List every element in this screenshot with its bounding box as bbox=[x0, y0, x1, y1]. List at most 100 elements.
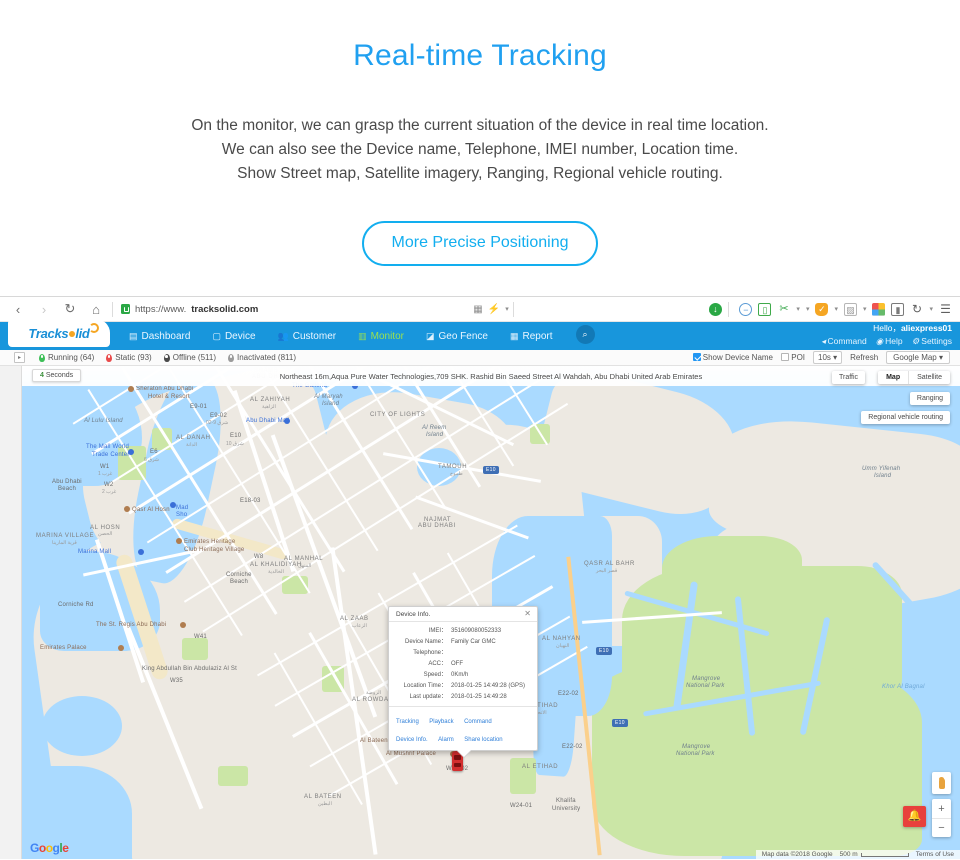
grid-small-icon[interactable]: ▦ bbox=[473, 304, 482, 315]
zoom-out-button[interactable]: − bbox=[932, 818, 951, 837]
action-share-location[interactable]: Share location bbox=[464, 735, 502, 745]
close-icon[interactable]: ✕ bbox=[524, 610, 531, 618]
status-running-label: Running (64) bbox=[48, 353, 95, 362]
help-icon: ◉ bbox=[875, 336, 884, 346]
highway-badge-e10-2: E10 bbox=[596, 647, 612, 655]
left-sidebar-strip bbox=[0, 366, 22, 859]
map-label-32: Island bbox=[874, 473, 892, 479]
chevron-down-icon-2[interactable]: ▾ bbox=[796, 305, 800, 313]
apps-grid-icon[interactable] bbox=[872, 302, 886, 316]
forward-icon[interactable]: › bbox=[36, 302, 52, 317]
map-label-42: E18-03 bbox=[240, 498, 261, 504]
status-offline[interactable]: Offline (511) bbox=[163, 353, 216, 362]
nav-item-geo-fence[interactable]: ◪ Geo Fence bbox=[415, 322, 499, 350]
poi-dot-sheraton[interactable] bbox=[128, 386, 134, 392]
action-playback[interactable]: Playback bbox=[429, 717, 453, 727]
hero-cta-wrap: More Precise Positioning bbox=[0, 221, 960, 266]
action-device-info[interactable]: Device Info. bbox=[396, 735, 428, 745]
nav-item-device[interactable]: ▢ Device bbox=[201, 322, 266, 350]
map-label-58: W41 bbox=[194, 634, 207, 640]
device-info-popup[interactable]: Device Info. ✕ IMEI： 351609080052333 Dev… bbox=[388, 606, 538, 751]
ranging-button[interactable]: Ranging bbox=[909, 392, 950, 405]
chevron-down-icon[interactable]: ▾ bbox=[505, 305, 509, 313]
status-running[interactable]: Running (64) bbox=[39, 353, 94, 362]
chevron-down-icon-6[interactable]: ▾ bbox=[929, 305, 933, 313]
image-icon[interactable]: ▨ bbox=[843, 302, 857, 316]
status-offline-label: Offline (511) bbox=[172, 353, 216, 362]
adblock-icon[interactable]: − bbox=[739, 302, 753, 316]
device-info-title: Device Info. bbox=[396, 610, 431, 618]
poi-dot-st-regis[interactable] bbox=[180, 622, 186, 628]
collapse-panel-icon[interactable]: ▸ bbox=[14, 352, 25, 363]
header-link-settings[interactable]: ⚙ Settings bbox=[912, 335, 952, 347]
tracksolid-logo[interactable]: Tracks lid bbox=[8, 319, 110, 347]
poi-toggle[interactable]: POI bbox=[781, 353, 805, 362]
nav-label-monitor: Monitor bbox=[370, 330, 404, 342]
nav-item-customer[interactable]: 👥 Customer bbox=[267, 322, 348, 350]
map-label-51: الخالدية bbox=[268, 569, 284, 575]
action-alarm[interactable]: Alarm bbox=[438, 735, 454, 745]
show-device-name-toggle[interactable]: Show Device Name bbox=[692, 353, 773, 362]
history-icon[interactable]: ↻ bbox=[910, 302, 923, 316]
zoom-in-button[interactable]: + bbox=[932, 799, 951, 818]
checkbox-poi[interactable] bbox=[781, 353, 789, 361]
scale-label: 500 m bbox=[839, 851, 858, 858]
chevron-down-icon-4[interactable]: ▾ bbox=[834, 305, 838, 313]
pin-icon-inactivated bbox=[228, 353, 234, 362]
poi-dot-marina-mall[interactable] bbox=[138, 549, 144, 555]
refresh-interval-select[interactable]: 10s ▾ bbox=[813, 351, 843, 364]
terms-of-use-link[interactable]: Terms of Use bbox=[916, 851, 954, 858]
status-inactivated[interactable]: Inactivated (811) bbox=[228, 353, 296, 362]
map-label-16: Island bbox=[426, 432, 444, 438]
back-icon[interactable]: ‹ bbox=[10, 302, 26, 317]
action-command[interactable]: Command bbox=[464, 717, 492, 727]
refresh-countdown-chip: 4 Seconds bbox=[32, 369, 82, 382]
map-label-15: Al Reem bbox=[422, 425, 447, 431]
map-type-satellite[interactable]: Satellite bbox=[908, 371, 950, 384]
map-label-53: AL MANHAL bbox=[284, 556, 324, 562]
checkbox-show-device-name[interactable] bbox=[692, 353, 701, 361]
action-tracking[interactable]: Tracking bbox=[396, 717, 419, 727]
screenshot-scissors-icon[interactable]: ✂ bbox=[777, 303, 790, 316]
shield-icon[interactable]: ✓ bbox=[815, 302, 829, 316]
map-label-14: CITY OF LIGHTS bbox=[370, 412, 426, 418]
username[interactable]: aliexpress01 bbox=[901, 323, 952, 333]
map-label-20: 10 شرق bbox=[226, 441, 244, 447]
poi-dot-emirates-palace[interactable] bbox=[118, 645, 124, 651]
poi-dot-qasr-al-hosn[interactable] bbox=[124, 506, 130, 512]
chevron-down-icon-5[interactable]: ▾ bbox=[863, 305, 867, 313]
mobile-device-icon[interactable]: ▮ bbox=[891, 302, 905, 316]
lightning-icon[interactable]: ⚡ bbox=[488, 304, 500, 315]
reload-icon[interactable]: ↻ bbox=[62, 301, 78, 317]
bookmark-manager-icon[interactable]: ▯ bbox=[758, 302, 772, 316]
download-icon[interactable]: ↓ bbox=[708, 302, 722, 316]
regional-vehicle-routing-button[interactable]: Regional vehicle routing bbox=[861, 411, 950, 424]
street-view-pegman-icon[interactable] bbox=[932, 772, 951, 794]
nav-item-report[interactable]: ▦ Report bbox=[499, 322, 564, 350]
address-bar[interactable]: https://www. tracksolid.com bbox=[121, 304, 258, 315]
traffic-button[interactable]: Traffic bbox=[832, 371, 866, 384]
hamburger-menu-icon[interactable]: ☰ bbox=[939, 302, 952, 316]
more-precise-positioning-button[interactable]: More Precise Positioning bbox=[361, 221, 599, 266]
map-container[interactable]: E10 E10 E10 Al Lulu Island Sheraton Abu D… bbox=[0, 366, 960, 859]
chevron-down-icon-3[interactable]: ▾ bbox=[806, 305, 810, 313]
map-label-75: E22-02 bbox=[562, 744, 583, 750]
nav-item-monitor[interactable]: ▥ Monitor bbox=[347, 322, 415, 350]
map-source-select[interactable]: Google Map ▾ bbox=[886, 351, 950, 364]
header-link-command[interactable]: ◂ Command bbox=[821, 335, 867, 347]
refresh-button[interactable]: Refresh bbox=[850, 353, 878, 362]
poi-dot-heritage-village[interactable] bbox=[176, 538, 182, 544]
map-canvas[interactable]: E10 E10 E10 Al Lulu Island Sheraton Abu D… bbox=[22, 366, 960, 859]
alarm-button[interactable]: 🔔 bbox=[903, 806, 926, 827]
map-label-70: الروضة bbox=[366, 690, 382, 696]
search-icon-button[interactable]: ⌕ bbox=[575, 324, 595, 344]
page-title: Real-time Tracking bbox=[353, 39, 607, 72]
map-label-6: Al Maryah bbox=[314, 394, 343, 400]
map-type-switcher[interactable]: Map Satellite bbox=[878, 371, 950, 384]
map-label-23: E6 bbox=[150, 449, 158, 455]
header-link-help[interactable]: ◉ Help bbox=[876, 335, 903, 347]
status-static[interactable]: Static (93) bbox=[106, 353, 152, 362]
nav-item-dashboard[interactable]: ▤ Dashboard bbox=[118, 322, 201, 350]
map-type-map[interactable]: Map bbox=[878, 371, 908, 384]
home-icon[interactable]: ⌂ bbox=[88, 302, 104, 317]
